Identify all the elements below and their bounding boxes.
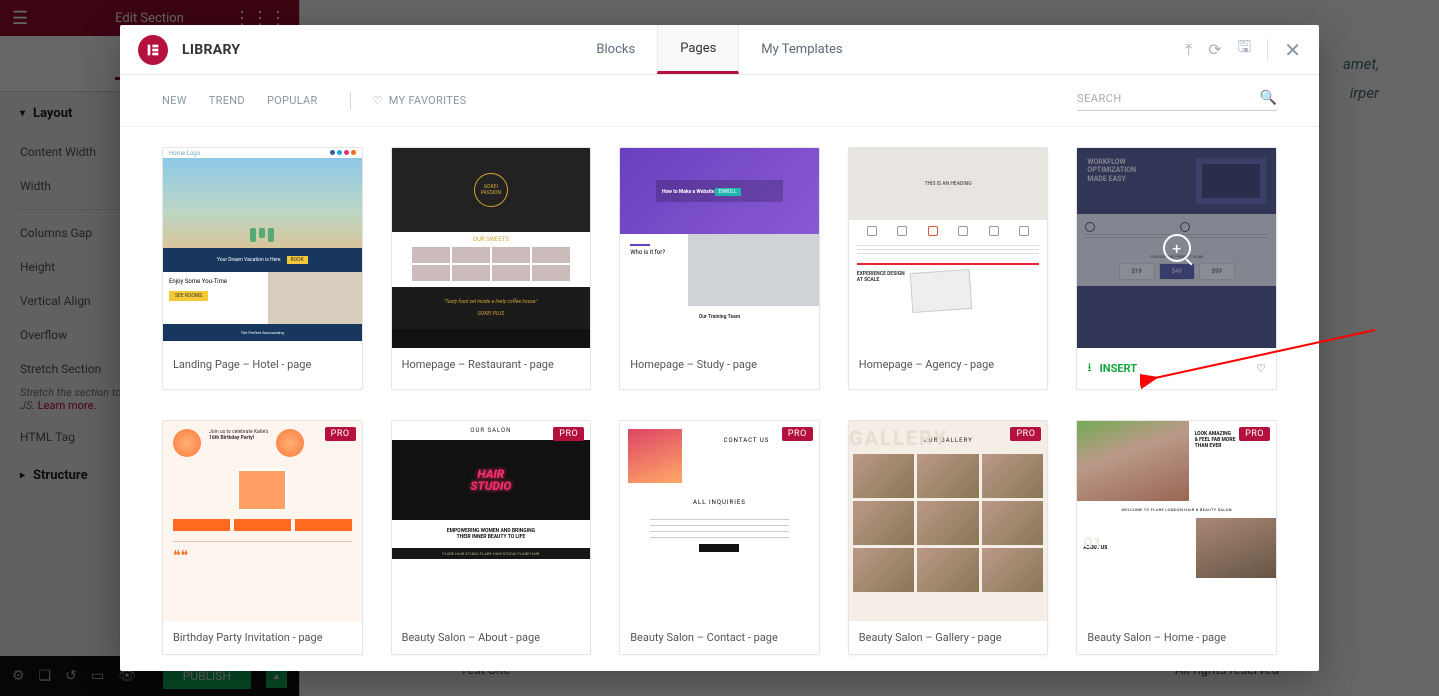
pro-badge: PRO: [553, 427, 584, 441]
card-thumbnail: PRO OUR GALLERY GALLERY: [849, 421, 1048, 621]
card-title: Beauty Salon – About - page: [392, 621, 591, 654]
card-thumbnail: PRO LOOK AMAZING& FEEL FAB MORETHAN EVER…: [1077, 421, 1276, 621]
template-card[interactable]: PRO OUR GALLERY GALLERY Beauty Salon – G…: [848, 420, 1049, 655]
card-title: Homepage – Restaurant - page: [392, 348, 591, 381]
pro-badge: PRO: [782, 427, 813, 441]
save-icon[interactable]: 🖫: [1238, 36, 1252, 63]
card-thumbnail: PRO OUR SALON HAIRSTUDIO EMPOWERING WOME…: [392, 421, 591, 621]
search-icon[interactable]: 🔍: [1260, 90, 1277, 106]
filter-divider: [350, 92, 351, 110]
favorite-icon[interactable]: ♡: [1256, 362, 1266, 375]
card-thumbnail: PRO Join us to celebrate Katie's16th Bir…: [163, 421, 362, 621]
card-title: Beauty Salon – Home - page: [1077, 621, 1276, 654]
upload-icon[interactable]: ⤒: [1185, 40, 1192, 60]
template-grid-wrap[interactable]: Home Logo Your Dream Vacation is Here BO…: [120, 127, 1319, 671]
template-card[interactable]: How to Make a WebsiteENROLL Who is it fo…: [619, 147, 820, 390]
card-title: Landing Page – Hotel - page: [163, 348, 362, 381]
template-grid: Home Logo Your Dream Vacation is Here BO…: [162, 147, 1277, 655]
filter-new[interactable]: NEW: [162, 94, 187, 107]
card-thumbnail: PRO CONTACT US ALL INQUIRIES: [620, 421, 819, 621]
modal-title: LIBRARY: [182, 42, 240, 58]
pro-badge: PRO: [325, 427, 356, 441]
separator: [1267, 39, 1268, 61]
card-title: Homepage – Study - page: [620, 348, 819, 381]
card-title: Homepage – Agency - page: [849, 348, 1048, 381]
card-insert-footer: ⭳ INSERT ♡: [1077, 348, 1276, 389]
tab-blocks[interactable]: Blocks: [574, 25, 657, 74]
download-icon: ⭳: [1087, 358, 1091, 379]
zoom-icon[interactable]: +: [1163, 234, 1191, 262]
template-card[interactable]: Home Logo Your Dream Vacation is Here BO…: [162, 147, 363, 390]
template-card[interactable]: PRO CONTACT US ALL INQUIRIES Beauty Salo…: [619, 420, 820, 655]
filter-popular[interactable]: POPULAR: [267, 94, 318, 107]
pro-badge: PRO: [1010, 427, 1041, 441]
card-thumbnail: How to Make a WebsiteENROLL Who is it fo…: [620, 148, 819, 348]
search-wrap: 🔍: [1077, 90, 1277, 111]
pro-badge: PRO: [1239, 427, 1270, 441]
template-card[interactable]: PRO OUR SALON HAIRSTUDIO EMPOWERING WOME…: [391, 420, 592, 655]
card-thumbnail: WORKFLOWOPTIMIZATIONMADE EASY CHOOSE THE…: [1077, 148, 1276, 348]
template-card-hovered[interactable]: WORKFLOWOPTIMIZATIONMADE EASY CHOOSE THE…: [1076, 147, 1277, 390]
heart-icon: ♡: [373, 94, 383, 107]
card-title: Beauty Salon – Contact - page: [620, 621, 819, 654]
modal-header: LIBRARY Blocks Pages My Templates ⤒ ⟳ 🖫 …: [120, 25, 1319, 75]
preview-overlay[interactable]: +: [1077, 148, 1276, 348]
sync-icon[interactable]: ⟳: [1208, 40, 1221, 59]
template-card[interactable]: GOKEIPASSION OUR SWEETS "Tasty food set …: [391, 147, 592, 390]
card-thumbnail: THIS IS AN HEADING EXPERIENCE DESIGNAT S…: [849, 148, 1048, 348]
insert-button[interactable]: INSERT: [1100, 362, 1137, 375]
template-card[interactable]: PRO Join us to celebrate Katie's16th Bir…: [162, 420, 363, 655]
template-card[interactable]: THIS IS AN HEADING EXPERIENCE DESIGNAT S…: [848, 147, 1049, 390]
card-thumbnail: GOKEIPASSION OUR SWEETS "Tasty food set …: [392, 148, 591, 348]
card-title: Beauty Salon – Gallery - page: [849, 621, 1048, 654]
card-thumbnail: Home Logo Your Dream Vacation is Here BO…: [163, 148, 362, 348]
tab-pages[interactable]: Pages: [657, 25, 739, 74]
tab-my-templates[interactable]: My Templates: [739, 25, 864, 74]
modal-header-actions: ⤒ ⟳ 🖫 ✕: [1185, 36, 1301, 63]
filter-bar: NEW TREND POPULAR ♡ MY FAVORITES 🔍: [120, 75, 1319, 127]
library-modal: LIBRARY Blocks Pages My Templates ⤒ ⟳ 🖫 …: [120, 25, 1319, 671]
filter-trend[interactable]: TREND: [209, 94, 245, 107]
filter-favorites[interactable]: ♡ MY FAVORITES: [373, 94, 467, 107]
elementor-logo: [138, 35, 168, 65]
modal-tabs: Blocks Pages My Templates: [574, 25, 864, 74]
template-card[interactable]: PRO LOOK AMAZING& FEEL FAB MORETHAN EVER…: [1076, 420, 1277, 655]
search-input[interactable]: [1077, 92, 1237, 105]
card-title: Birthday Party Invitation - page: [163, 621, 362, 654]
close-icon[interactable]: ✕: [1284, 38, 1301, 62]
